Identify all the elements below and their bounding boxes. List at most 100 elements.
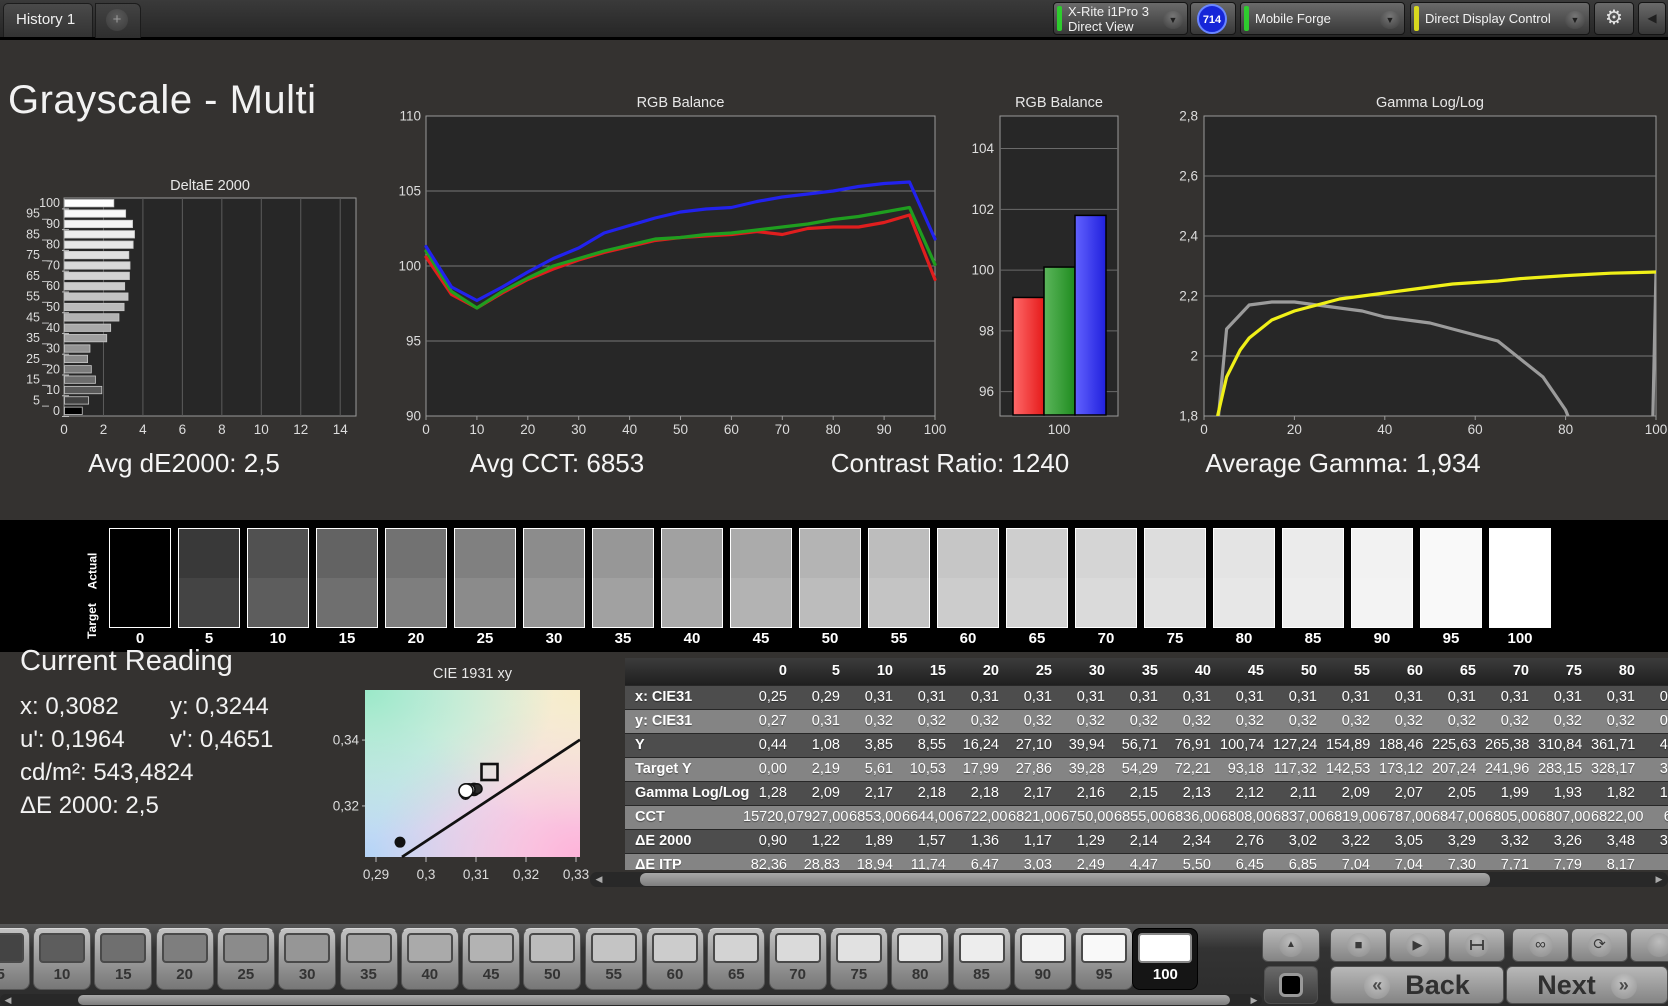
level-swatch xyxy=(345,933,392,963)
grayscale-swatch-15 xyxy=(316,528,378,628)
table-cell: 188,46 xyxy=(1379,737,1424,753)
level-button-75[interactable]: 75 xyxy=(829,928,888,990)
refresh-button[interactable]: ⟳ xyxy=(1571,928,1628,962)
collapse-panel-button[interactable]: ◀ xyxy=(1638,2,1666,35)
table-column-header: 55 xyxy=(1353,663,1370,679)
level-button-15[interactable]: 15 xyxy=(94,928,153,990)
table-cell: 2,09 xyxy=(811,785,840,801)
table-column-header: 0 xyxy=(778,663,787,679)
table-cell: 0,32 xyxy=(1288,713,1317,729)
range-button[interactable] xyxy=(1448,928,1505,962)
level-swatch xyxy=(713,933,760,963)
page-title: Grayscale - Multi xyxy=(8,78,317,122)
level-button-95[interactable]: 95 xyxy=(1075,928,1134,990)
loop-button[interactable]: ∞ xyxy=(1512,928,1569,962)
table-row: Y 0,44 1,08 3,85 8,55 16,24 27,10 39,94 56,71 76,… xyxy=(625,733,1668,757)
table-cell: 0,32 xyxy=(1129,713,1158,729)
target-swatch-half xyxy=(869,578,929,627)
extra-button[interactable] xyxy=(1630,928,1668,962)
table-cell: 8,17 xyxy=(1606,857,1635,870)
table-cell: 56,71 xyxy=(1121,737,1158,753)
level-button-50[interactable]: 50 xyxy=(523,928,582,990)
level-button-10[interactable]: 10 xyxy=(33,928,91,990)
toolbar-scrollbar[interactable]: ◀ ▶ xyxy=(0,994,1262,1006)
level-button-55[interactable]: 55 xyxy=(584,928,643,990)
chevron-down-icon[interactable]: ▼ xyxy=(1380,11,1400,29)
table-cell: 1,89 xyxy=(864,833,893,849)
table-cell: 4,47 xyxy=(1129,857,1158,870)
scroll-left-icon[interactable]: ◀ xyxy=(592,872,606,887)
table-cell: 0,32 xyxy=(1553,713,1582,729)
svg-text:70: 70 xyxy=(775,422,790,437)
display-control-dropdown[interactable]: Direct Display Control ▼ xyxy=(1410,2,1590,35)
pattern-window-button[interactable] xyxy=(1264,966,1318,1004)
play-button[interactable]: ▶ xyxy=(1389,928,1446,962)
table-cell: 2,17 xyxy=(1023,785,1052,801)
scroll-right-icon[interactable]: ▶ xyxy=(1247,994,1261,1006)
level-button-30[interactable]: 30 xyxy=(278,928,337,990)
meter-count-button[interactable]: 714 xyxy=(1190,2,1236,35)
table-cell: 39,28 xyxy=(1068,761,1105,777)
pattern-up-button[interactable]: ▲ xyxy=(1262,928,1320,962)
table-cell: 3,02 xyxy=(1288,833,1317,849)
add-tab-button[interactable]: + xyxy=(95,3,141,38)
grayscale-swatch-85 xyxy=(1282,528,1344,628)
table-column-header: 70 xyxy=(1512,663,1529,679)
chevron-down-icon[interactable]: ▼ xyxy=(1163,11,1183,29)
stop-button[interactable]: ■ xyxy=(1330,928,1387,962)
level-button-40[interactable]: 40 xyxy=(400,928,459,990)
table-cell: 2,05 xyxy=(1447,785,1476,801)
svg-text:80: 80 xyxy=(1558,422,1573,437)
level-button-5[interactable]: 5 xyxy=(0,928,30,990)
level-button-70[interactable]: 70 xyxy=(768,928,827,990)
settings-button[interactable]: ⚙ xyxy=(1594,2,1634,35)
meter-count-badge: 714 xyxy=(1197,4,1227,34)
tab-history-1[interactable]: History 1 xyxy=(3,3,93,37)
swatch-level-label: 40 xyxy=(683,630,701,647)
scroll-right-icon[interactable]: ▶ xyxy=(1652,872,1666,887)
target-swatch-half xyxy=(317,578,377,627)
svg-text:100: 100 xyxy=(398,259,421,274)
table-cell: 225,63 xyxy=(1432,737,1477,753)
level-button-45[interactable]: 45 xyxy=(462,928,521,990)
actual-swatch-half xyxy=(386,529,446,578)
level-button-90[interactable]: 90 xyxy=(1013,928,1072,990)
grayscale-swatch-100 xyxy=(1489,528,1551,628)
source-dropdown[interactable]: Mobile Forge ▼ xyxy=(1240,2,1405,35)
level-button-60[interactable]: 60 xyxy=(646,928,704,990)
level-button-65[interactable]: 65 xyxy=(707,928,766,990)
svg-text:0: 0 xyxy=(60,422,68,437)
level-button-20[interactable]: 20 xyxy=(155,928,214,990)
actual-swatch-half xyxy=(938,529,998,578)
level-button-80[interactable]: 80 xyxy=(891,928,950,990)
chevron-down-icon[interactable]: ▼ xyxy=(1565,11,1585,29)
svg-text:75: 75 xyxy=(26,248,40,262)
level-button-35[interactable]: 35 xyxy=(339,928,398,990)
actual-swatch-half xyxy=(1214,529,1274,578)
table-cell: 27,86 xyxy=(1015,761,1052,777)
next-button[interactable]: Next » xyxy=(1506,966,1668,1004)
meter-dropdown[interactable]: X-Rite i1Pro 3 Direct View ▼ xyxy=(1053,2,1188,35)
level-button-100[interactable]: 100 xyxy=(1132,928,1199,990)
target-swatch-half xyxy=(1214,578,1274,627)
level-button-85[interactable]: 85 xyxy=(952,928,1011,990)
actual-swatch-half xyxy=(731,529,791,578)
swatch-level-label: 85 xyxy=(1304,630,1322,647)
back-button[interactable]: « Back xyxy=(1330,966,1504,1004)
scroll-left-icon[interactable]: ◀ xyxy=(1,994,15,1006)
target-swatch-half xyxy=(1283,578,1343,627)
toolbar-scrollbar-thumb[interactable] xyxy=(78,995,1230,1005)
svg-text:80: 80 xyxy=(826,422,841,437)
level-button-25[interactable]: 25 xyxy=(216,928,275,990)
grayscale-swatch-35 xyxy=(592,528,654,628)
level-swatch xyxy=(0,933,24,963)
target-swatch-half xyxy=(662,578,722,627)
table-cell: 0,31 xyxy=(1500,689,1529,705)
table-scrollbar[interactable]: ◀ ▶ xyxy=(590,872,1668,887)
table-scrollbar-thumb[interactable] xyxy=(640,873,1490,886)
table-row-label: ΔE ITP xyxy=(635,857,682,870)
table-cell: 1,63 xyxy=(1659,785,1668,801)
table-cell: 361,71 xyxy=(1591,737,1636,753)
svg-text:0,32: 0,32 xyxy=(513,867,539,882)
table-cell: 1,17 xyxy=(1023,833,1052,849)
